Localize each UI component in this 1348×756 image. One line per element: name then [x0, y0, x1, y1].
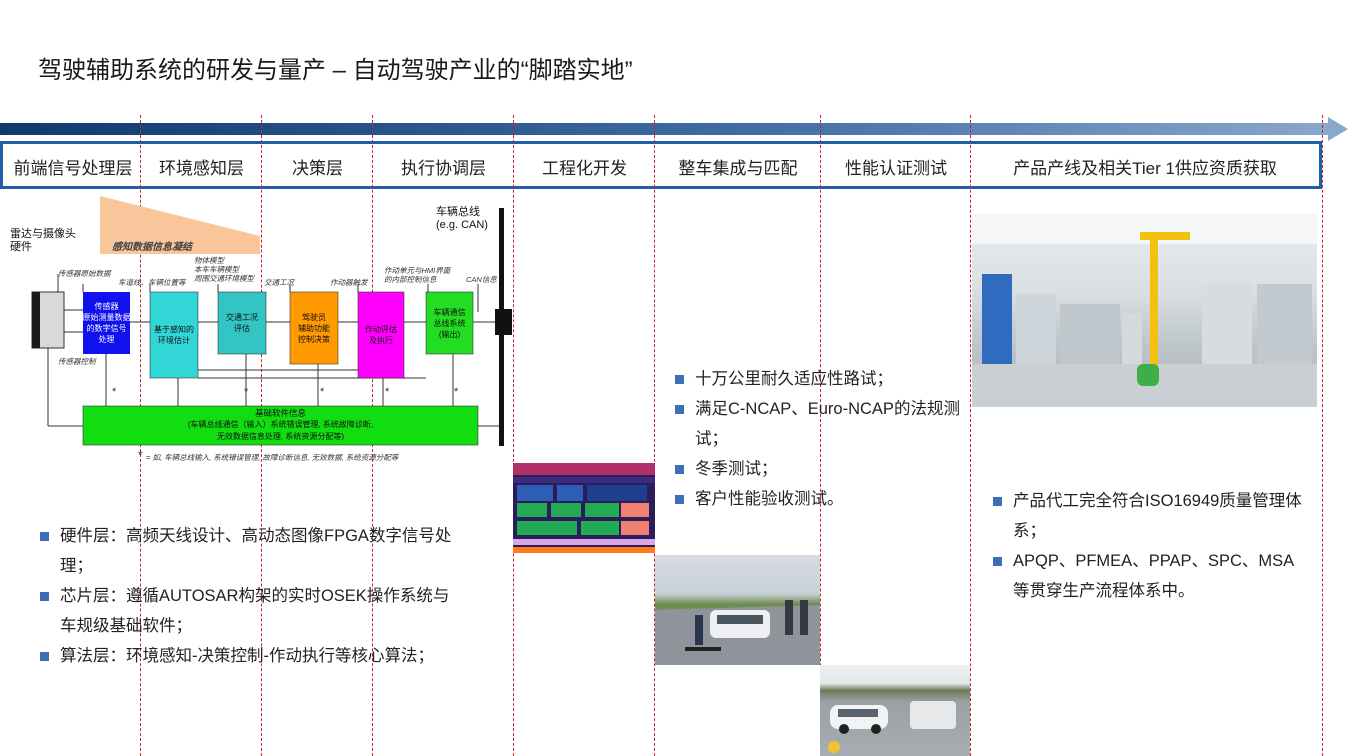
- vehicle-bus-label: 车辆总线 (e.g. CAN): [436, 206, 488, 231]
- stage-label-vehicle-integration: 整车集成与匹配: [678, 159, 798, 178]
- stage-label-production: 产品产线及相关Tier 1供应资质获取: [1013, 159, 1277, 178]
- timeline-arrow-bar: [0, 123, 1330, 135]
- bullet-square-icon: [675, 465, 684, 474]
- can-info-label: CAN信息: [466, 275, 497, 284]
- stage-label-certification: 性能认证测试: [845, 159, 947, 178]
- stage-label-front-signal: 前端信号处理层: [13, 159, 133, 178]
- list-item: 产品代工完全符合ISO16949质量管理体系；: [993, 486, 1308, 546]
- stage-label-perception: 环境感知层: [159, 159, 244, 178]
- bullet-square-icon: [40, 592, 49, 601]
- timeline-arrow-head: [1328, 117, 1348, 141]
- base-software-line1: (车辆总线通信（输入）系统错误管理, 系统故障诊断,: [187, 419, 374, 429]
- actuator-trigger-label: 作动器触发: [330, 278, 368, 287]
- list-item: 满足C-NCAP、Euro-NCAP的法规测试；: [675, 394, 960, 454]
- star-marker: *: [385, 386, 390, 398]
- bus-connector: [495, 309, 512, 335]
- box-actuation-label: 作动评估 及执行: [365, 325, 397, 345]
- bullet-square-icon: [675, 495, 684, 504]
- list-item: 十万公里耐久适应性路试；: [675, 364, 960, 394]
- list-item: 硬件层：高频天线设计、高动态图像FPGA数字信号处理；: [40, 521, 465, 581]
- box-signal-processing-label: 传感器 原始测量数据 的数字信号 处理: [82, 302, 131, 344]
- list-item: 客户性能验收测试。: [675, 484, 960, 514]
- bullet-square-icon: [993, 497, 1002, 506]
- lane-label: 车道线、车辆位置等: [118, 278, 186, 287]
- radar-camera-label: 雷达与摄像头 硬件: [10, 228, 76, 253]
- sensor-raw-label: 传感器原始数据: [58, 269, 111, 278]
- footnote-star: *: [138, 448, 143, 462]
- bullet-square-icon: [675, 375, 684, 384]
- star-marker: *: [244, 386, 249, 398]
- star-marker: *: [112, 386, 117, 398]
- engineering-software-screenshot: [513, 463, 655, 553]
- fusion-label: 感知数据信息凝结: [112, 242, 192, 253]
- stage-label-execution: 执行协调层: [401, 159, 486, 178]
- left-bullet-list: 硬件层：高频天线设计、高动态图像FPGA数字信号处理； 芯片层：遵循AUTOSA…: [40, 521, 465, 671]
- stage-label-decision: 决策层: [292, 159, 343, 178]
- list-item: 芯片层：遵循AUTOSAR构架的实时OSEK操作系统与车规级基础软件；: [40, 581, 465, 641]
- stage-header: 前端信号处理层 环境感知层 决策层 执行协调层 工程化开发 整车集成与匹配 性能…: [0, 141, 1322, 189]
- middle-bullet-list: 十万公里耐久适应性路试； 满足C-NCAP、Euro-NCAP的法规测试； 冬季…: [675, 364, 960, 514]
- sensor-block-edge: [32, 292, 40, 348]
- list-item: 算法层：环境感知-决策控制-作动执行等核心算法；: [40, 641, 465, 671]
- architecture-diagram: 雷达与摄像头 硬件 车辆总线 (e.g. CAN) 感知数据信息凝结 传感器原始…: [8, 194, 516, 474]
- list-item: 冬季测试；: [675, 454, 960, 484]
- star-marker: *: [320, 386, 325, 398]
- stage-label-engineering: 工程化开发: [542, 159, 627, 178]
- list-item: APQP、PFMEA、PPAP、SPC、MSA等贯穿生产流程体系中。: [993, 546, 1308, 606]
- right-bullet-list: 产品代工完全符合ISO16949质量管理体系； APQP、PFMEA、PPAP、…: [993, 486, 1308, 606]
- bullet-square-icon: [993, 557, 1002, 566]
- box-bus-output-label: 车辆通信 总线系统 (输出): [433, 307, 466, 339]
- divider-line: [1322, 115, 1323, 756]
- bullet-square-icon: [40, 652, 49, 661]
- crash-test-photo: [820, 665, 970, 756]
- page-title: 驾驶辅助系统的研发与量产 – 自动驾驶产业的“脚踏实地”: [38, 57, 633, 84]
- bullet-square-icon: [40, 532, 49, 541]
- diagram-footnote: = 如, 车辆总线输入, 系统错误管理, 故障诊断信息, 无效数据, 系统资源分…: [146, 453, 399, 462]
- bullet-square-icon: [675, 405, 684, 414]
- box-traffic-label: 交通工况 评估: [226, 313, 258, 333]
- star-marker: *: [454, 386, 459, 398]
- box-environment-label: 基于感知的 环境估计: [154, 325, 194, 345]
- divider-line: [970, 115, 971, 756]
- object-model-label: 物体模型 本车车辆模型 周围交通环境模型: [194, 256, 254, 283]
- road-test-photo: [655, 555, 820, 665]
- box-decision-label: 驾驶员 辅助功能 控制决策: [298, 312, 330, 344]
- production-line-photo: [972, 214, 1317, 407]
- base-software-line2: 无效数据信息处理, 系统资源分配等): [216, 431, 345, 441]
- traffic-label: 交通工况: [264, 278, 294, 287]
- hmi-label: 作动单元与HMI界面 的内部控制信息: [384, 266, 451, 284]
- sensor-control-label: 传感器控制: [58, 357, 96, 366]
